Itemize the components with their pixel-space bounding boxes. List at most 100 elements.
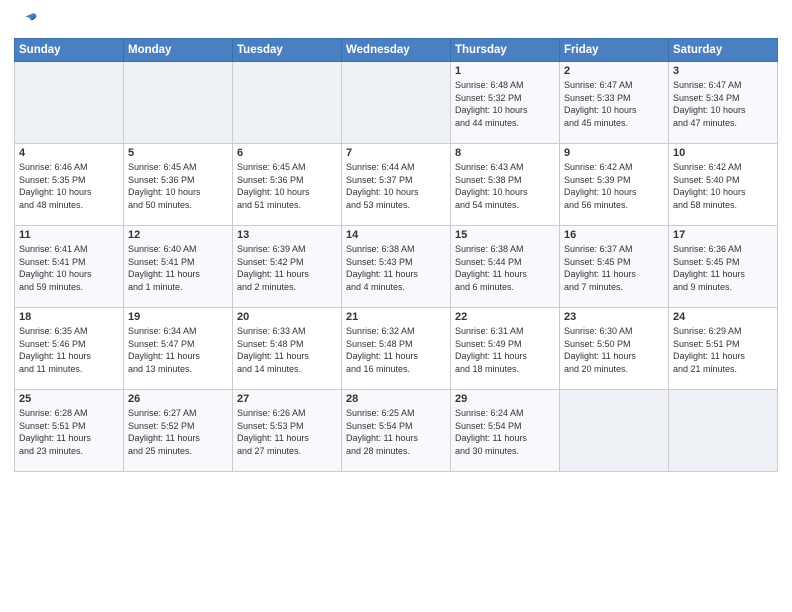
- week-row-1: 1Sunrise: 6:48 AM Sunset: 5:32 PM Daylig…: [15, 62, 778, 144]
- day-info: Sunrise: 6:29 AM Sunset: 5:51 PM Dayligh…: [673, 325, 773, 375]
- week-row-3: 11Sunrise: 6:41 AM Sunset: 5:41 PM Dayli…: [15, 226, 778, 308]
- day-cell: 10Sunrise: 6:42 AM Sunset: 5:40 PM Dayli…: [669, 144, 778, 226]
- day-number: 14: [346, 229, 446, 241]
- logo: [14, 10, 38, 32]
- day-info: Sunrise: 6:44 AM Sunset: 5:37 PM Dayligh…: [346, 161, 446, 211]
- col-header-monday: Monday: [124, 39, 233, 62]
- day-cell: [233, 62, 342, 144]
- day-number: 24: [673, 311, 773, 323]
- week-row-2: 4Sunrise: 6:46 AM Sunset: 5:35 PM Daylig…: [15, 144, 778, 226]
- day-info: Sunrise: 6:37 AM Sunset: 5:45 PM Dayligh…: [564, 243, 664, 293]
- day-cell: 28 Sunrise: 6:25 AM Sunset: 5:54 PM Dayli…: [342, 390, 451, 472]
- day-info: Sunrise: 6:40 AM Sunset: 5:41 PM Dayligh…: [128, 243, 228, 293]
- day-number: 16: [564, 229, 664, 241]
- day-info: Sunrise: 6:47 AM Sunset: 5:33 PM Dayligh…: [564, 79, 664, 129]
- day-number: 10: [673, 147, 773, 159]
- day-cell: 12 Sunrise: 6:40 AM Sunset: 5:41 PM Dayli…: [124, 226, 233, 308]
- day-info: Sunrise: 6:30 AM Sunset: 5:50 PM Dayligh…: [564, 325, 664, 375]
- header: [14, 10, 778, 32]
- day-cell: 27 Sunrise: 6:26 AM Sunset: 5:53 PM Dayli…: [233, 390, 342, 472]
- day-cell: 5 Sunrise: 6:45 AM Sunset: 5:36 PM Daylig…: [124, 144, 233, 226]
- day-info: Sunrise: 6:43 AM Sunset: 5:38 PM Dayligh…: [455, 161, 555, 211]
- day-cell: 19 Sunrise: 6:34 AM Sunset: 5:47 PM Dayli…: [124, 308, 233, 390]
- day-info: Sunrise: 6:24 AM Sunset: 5:54 PM Dayligh…: [455, 407, 555, 457]
- day-info: Sunrise: 6:38 AM Sunset: 5:44 PM Dayligh…: [455, 243, 555, 293]
- day-info: Sunrise: 6:41 AM Sunset: 5:41 PM Dayligh…: [19, 243, 119, 293]
- day-cell: 24 Sunrise: 6:29 AM Sunset: 5:51 PM Dayli…: [669, 308, 778, 390]
- day-info: Sunrise: 6:42 AM Sunset: 5:39 PM Dayligh…: [564, 161, 664, 211]
- day-cell: 23 Sunrise: 6:30 AM Sunset: 5:50 PM Dayli…: [560, 308, 669, 390]
- day-number: 19: [128, 311, 228, 323]
- day-number: 13: [237, 229, 337, 241]
- day-number: 4: [19, 147, 119, 159]
- day-cell: 11Sunrise: 6:41 AM Sunset: 5:41 PM Dayli…: [15, 226, 124, 308]
- day-info: Sunrise: 6:26 AM Sunset: 5:53 PM Dayligh…: [237, 407, 337, 457]
- calendar: SundayMondayTuesdayWednesdayThursdayFrid…: [14, 38, 778, 472]
- day-info: Sunrise: 6:35 AM Sunset: 5:46 PM Dayligh…: [19, 325, 119, 375]
- day-info: Sunrise: 6:38 AM Sunset: 5:43 PM Dayligh…: [346, 243, 446, 293]
- day-number: 23: [564, 311, 664, 323]
- day-cell: 29 Sunrise: 6:24 AM Sunset: 5:54 PM Dayli…: [451, 390, 560, 472]
- day-number: 12: [128, 229, 228, 241]
- day-info: Sunrise: 6:39 AM Sunset: 5:42 PM Dayligh…: [237, 243, 337, 293]
- day-number: 7: [346, 147, 446, 159]
- day-cell: 20 Sunrise: 6:33 AM Sunset: 5:48 PM Dayli…: [233, 308, 342, 390]
- col-header-friday: Friday: [560, 39, 669, 62]
- day-number: 26: [128, 393, 228, 405]
- day-info: Sunrise: 6:45 AM Sunset: 5:36 PM Dayligh…: [128, 161, 228, 211]
- day-cell: 16 Sunrise: 6:37 AM Sunset: 5:45 PM Dayli…: [560, 226, 669, 308]
- day-number: 2: [564, 65, 664, 77]
- day-number: 8: [455, 147, 555, 159]
- col-header-saturday: Saturday: [669, 39, 778, 62]
- day-cell: 18 Sunrise: 6:35 AM Sunset: 5:46 PM Dayli…: [15, 308, 124, 390]
- day-cell: 2 Sunrise: 6:47 AM Sunset: 5:33 PM Daylig…: [560, 62, 669, 144]
- day-cell: [124, 62, 233, 144]
- day-cell: [560, 390, 669, 472]
- day-cell: [669, 390, 778, 472]
- day-number: 6: [237, 147, 337, 159]
- day-cell: 8 Sunrise: 6:43 AM Sunset: 5:38 PM Daylig…: [451, 144, 560, 226]
- col-header-tuesday: Tuesday: [233, 39, 342, 62]
- day-cell: 1Sunrise: 6:48 AM Sunset: 5:32 PM Daylig…: [451, 62, 560, 144]
- day-number: 21: [346, 311, 446, 323]
- day-cell: 3Sunrise: 6:47 AM Sunset: 5:34 PM Daylig…: [669, 62, 778, 144]
- day-cell: 4Sunrise: 6:46 AM Sunset: 5:35 PM Daylig…: [15, 144, 124, 226]
- day-number: 18: [19, 311, 119, 323]
- week-row-4: 18 Sunrise: 6:35 AM Sunset: 5:46 PM Dayli…: [15, 308, 778, 390]
- day-number: 20: [237, 311, 337, 323]
- day-cell: [15, 62, 124, 144]
- day-cell: 7 Sunrise: 6:44 AM Sunset: 5:37 PM Daylig…: [342, 144, 451, 226]
- day-number: 5: [128, 147, 228, 159]
- day-info: Sunrise: 6:25 AM Sunset: 5:54 PM Dayligh…: [346, 407, 446, 457]
- day-number: 17: [673, 229, 773, 241]
- day-cell: 22Sunrise: 6:31 AM Sunset: 5:49 PM Dayli…: [451, 308, 560, 390]
- day-cell: 25 Sunrise: 6:28 AM Sunset: 5:51 PM Dayli…: [15, 390, 124, 472]
- day-cell: 13 Sunrise: 6:39 AM Sunset: 5:42 PM Dayli…: [233, 226, 342, 308]
- day-cell: 15 Sunrise: 6:38 AM Sunset: 5:44 PM Dayli…: [451, 226, 560, 308]
- day-cell: [342, 62, 451, 144]
- calendar-header-row: SundayMondayTuesdayWednesdayThursdayFrid…: [15, 39, 778, 62]
- col-header-sunday: Sunday: [15, 39, 124, 62]
- day-number: 3: [673, 65, 773, 77]
- day-number: 28: [346, 393, 446, 405]
- day-info: Sunrise: 6:28 AM Sunset: 5:51 PM Dayligh…: [19, 407, 119, 457]
- col-header-thursday: Thursday: [451, 39, 560, 62]
- day-cell: 21 Sunrise: 6:32 AM Sunset: 5:48 PM Dayli…: [342, 308, 451, 390]
- day-info: Sunrise: 6:36 AM Sunset: 5:45 PM Dayligh…: [673, 243, 773, 293]
- day-cell: 6Sunrise: 6:45 AM Sunset: 5:36 PM Daylig…: [233, 144, 342, 226]
- day-info: Sunrise: 6:33 AM Sunset: 5:48 PM Dayligh…: [237, 325, 337, 375]
- day-number: 15: [455, 229, 555, 241]
- day-info: Sunrise: 6:48 AM Sunset: 5:32 PM Dayligh…: [455, 79, 555, 129]
- day-number: 29: [455, 393, 555, 405]
- day-info: Sunrise: 6:32 AM Sunset: 5:48 PM Dayligh…: [346, 325, 446, 375]
- day-cell: 14 Sunrise: 6:38 AM Sunset: 5:43 PM Dayli…: [342, 226, 451, 308]
- week-row-5: 25 Sunrise: 6:28 AM Sunset: 5:51 PM Dayli…: [15, 390, 778, 472]
- day-number: 9: [564, 147, 664, 159]
- day-number: 25: [19, 393, 119, 405]
- day-number: 22: [455, 311, 555, 323]
- day-info: Sunrise: 6:34 AM Sunset: 5:47 PM Dayligh…: [128, 325, 228, 375]
- logo-bird-icon: [16, 10, 38, 32]
- day-number: 27: [237, 393, 337, 405]
- col-header-wednesday: Wednesday: [342, 39, 451, 62]
- day-cell: 9 Sunrise: 6:42 AM Sunset: 5:39 PM Daylig…: [560, 144, 669, 226]
